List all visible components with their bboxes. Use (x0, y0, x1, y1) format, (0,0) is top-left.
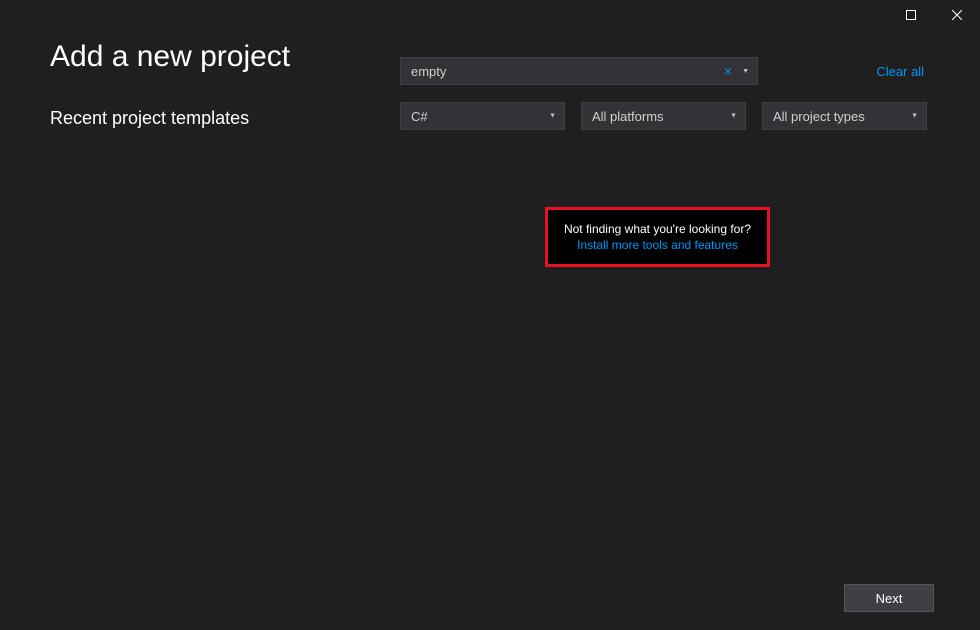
language-value: C# (411, 109, 428, 124)
title-bar (0, 0, 980, 30)
chevron-down-icon: ▼ (911, 113, 918, 120)
maximize-button[interactable] (888, 0, 934, 30)
maximize-icon (906, 10, 916, 20)
project-type-value: All project types (773, 109, 865, 124)
platform-dropdown[interactable]: All platforms ▼ (581, 102, 746, 130)
language-dropdown[interactable]: C# ▼ (400, 102, 565, 130)
next-button[interactable]: Next (844, 584, 934, 612)
platform-value: All platforms (592, 109, 664, 124)
search-box: × ▼ (400, 57, 758, 85)
project-type-dropdown[interactable]: All project types ▼ (762, 102, 927, 130)
install-tools-callout: Not finding what you're looking for? Ins… (545, 207, 770, 267)
install-tools-link[interactable]: Install more tools and features (560, 238, 755, 252)
clear-all-link[interactable]: Clear all (876, 64, 924, 79)
page-title: Add a new project (50, 40, 360, 74)
close-button[interactable] (934, 0, 980, 30)
search-input[interactable] (400, 57, 758, 85)
recent-templates-heading: Recent project templates (50, 108, 360, 129)
chevron-down-icon: ▼ (549, 113, 556, 120)
clear-search-icon[interactable]: × (721, 63, 735, 79)
close-icon (952, 10, 962, 20)
chevron-down-icon: ▼ (730, 113, 737, 120)
search-dropdown-icon[interactable]: ▼ (739, 68, 752, 75)
callout-heading: Not finding what you're looking for? (560, 222, 755, 236)
